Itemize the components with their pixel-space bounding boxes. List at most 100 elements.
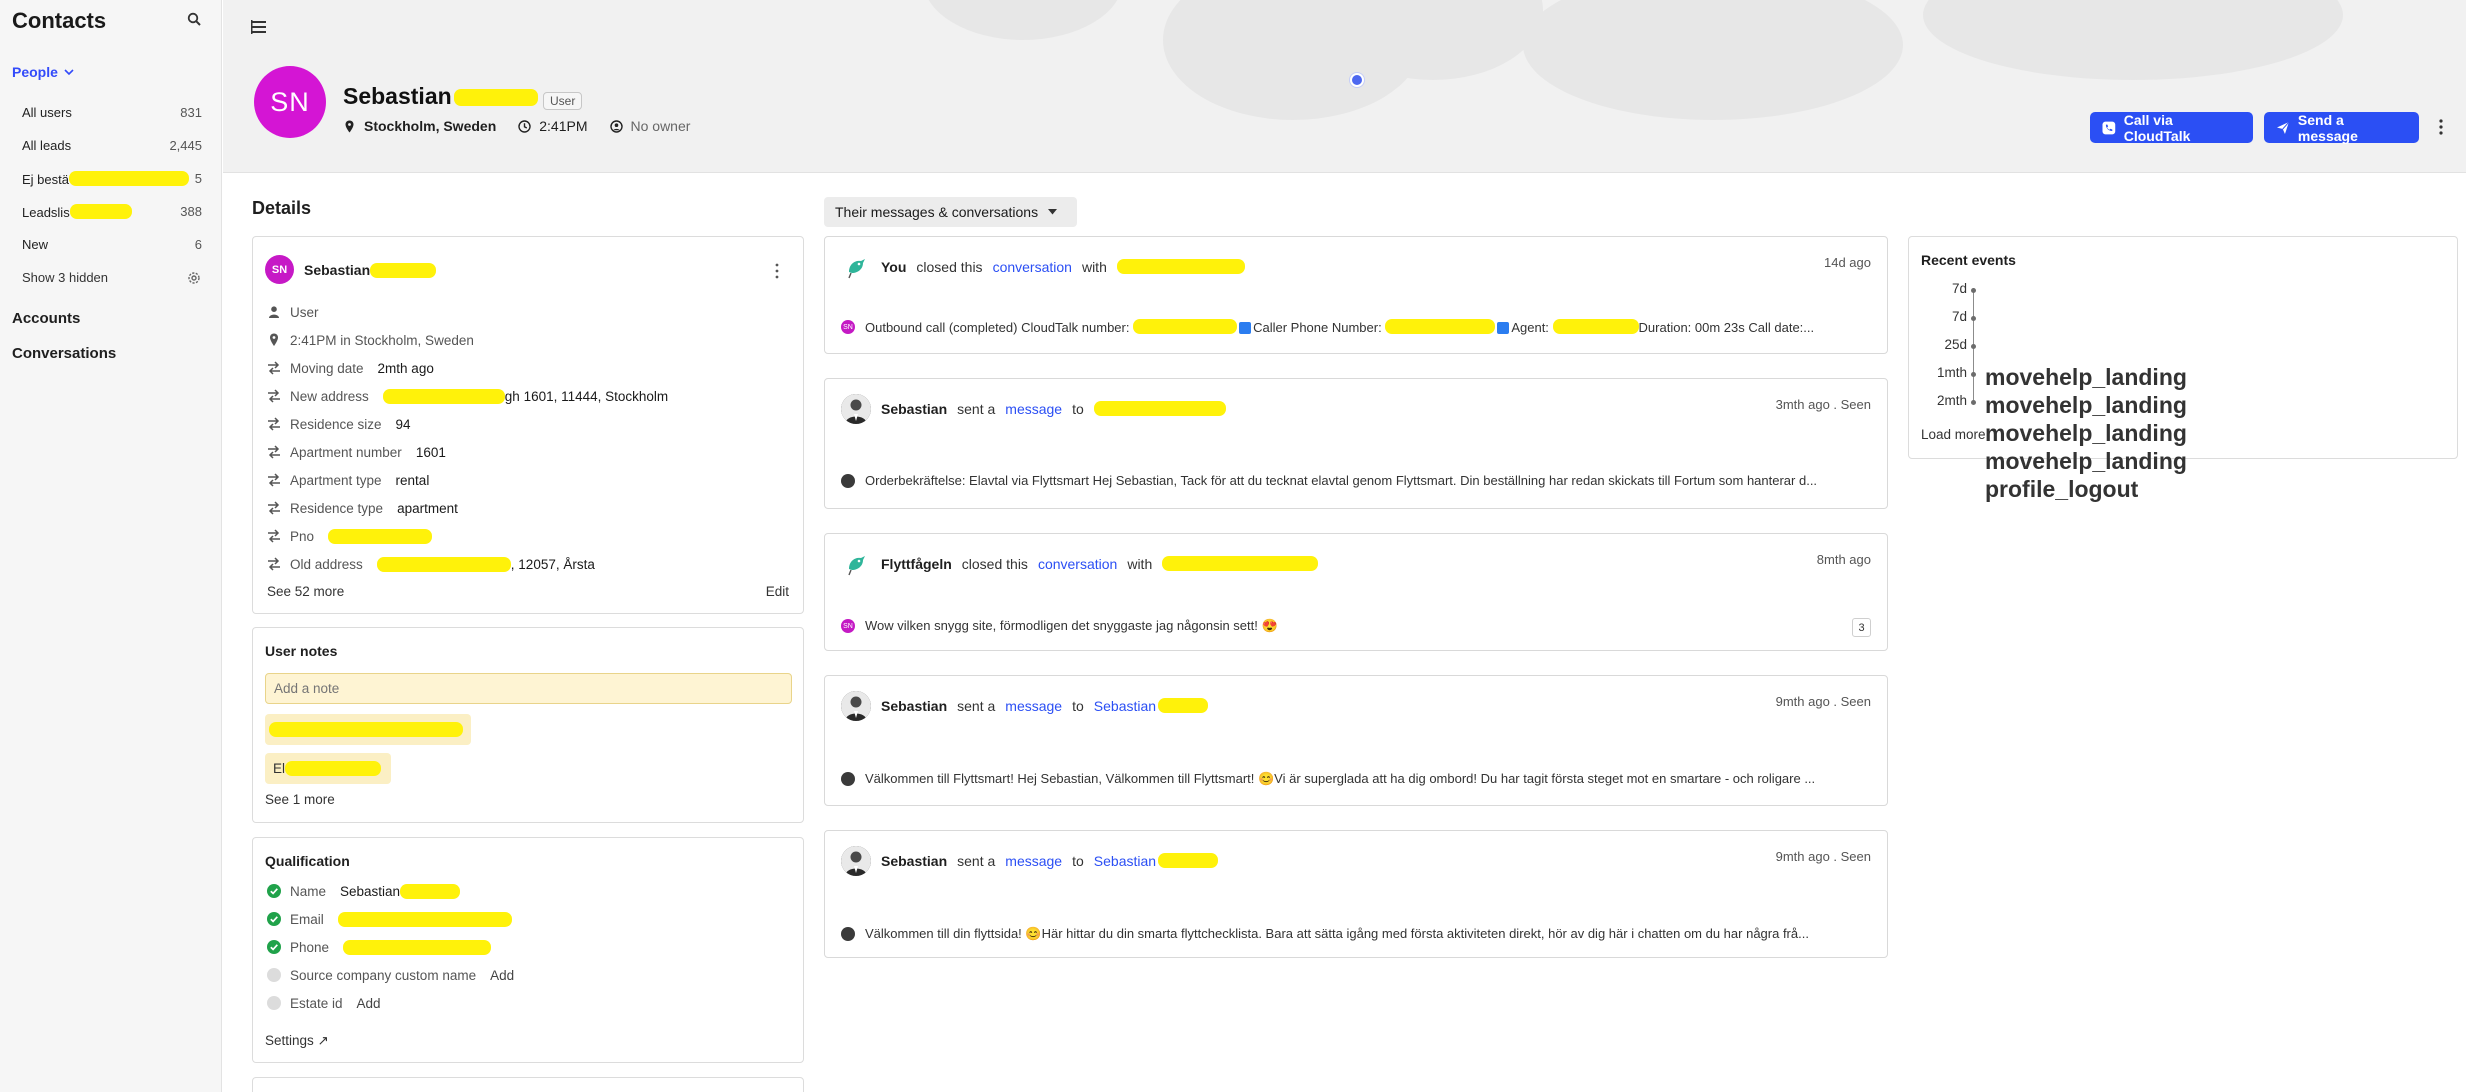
qual-phone-row[interactable]: Phone: [267, 938, 492, 956]
qual-estate-id-row[interactable]: Estate id Add: [267, 994, 381, 1012]
bird-bot-avatar-icon: [842, 550, 870, 578]
message-link[interactable]: message: [1005, 401, 1062, 417]
conversation-time: 8mth ago: [1816, 552, 1871, 567]
sync-arrows-icon: [268, 389, 280, 403]
sidebar-item-count: 388: [180, 204, 202, 219]
call-via-cloudtalk-button[interactable]: Call via CloudTalk: [2090, 111, 2253, 144]
message-link[interactable]: message: [1005, 853, 1062, 869]
contacts-sidebar: Contacts People All users 831 All leads …: [0, 0, 222, 1092]
attr-residence-size[interactable]: Residence size 94: [267, 415, 411, 433]
contact-meta: Stockholm, Sweden 2:41PM No owner: [343, 118, 690, 134]
sync-arrows-icon: [268, 529, 280, 543]
sync-arrows-icon: [268, 445, 280, 459]
conversation-card[interactable]: You closed this conversation with 14d ag…: [824, 236, 1888, 354]
attr-pno[interactable]: Pno: [267, 527, 433, 545]
recipient-link[interactable]: Sebastian: [1094, 698, 1209, 714]
sync-arrows-icon: [268, 557, 280, 571]
event-item[interactable]: 2mth profile_logout: [1909, 393, 2209, 502]
sidebar-item-label: All leads: [22, 138, 72, 153]
load-more-events-link[interactable]: Load more: [1921, 427, 1986, 442]
send-message-button[interactable]: Send a message: [2264, 112, 2419, 144]
event-item[interactable]: 7d movehelp_landing: [1909, 281, 2209, 390]
conversation-card[interactable]: Sebastian sent a message to 3mth ago . S…: [824, 378, 1888, 509]
sidebar-item-all-users[interactable]: All users 831: [0, 96, 222, 129]
attr-moving-date[interactable]: Moving date 2mth ago: [267, 359, 434, 377]
note-item[interactable]: El: [265, 753, 391, 784]
sidebar-accounts[interactable]: Accounts: [12, 310, 80, 327]
edit-attributes-link[interactable]: Edit: [766, 584, 789, 599]
attr-role: User: [267, 303, 319, 321]
contact-location: Stockholm, Sweden: [364, 118, 497, 134]
conversation-preview: SN Outbound call (completed) CloudTalk n…: [841, 319, 1871, 335]
qual-source-company-row[interactable]: Source company custom name Add: [267, 966, 514, 984]
kebab-menu-icon[interactable]: [775, 263, 779, 279]
conversation-preview: Orderbekräftelse: Elavtal via Flyttsmart…: [841, 473, 1871, 488]
people-section-label: People: [12, 64, 58, 80]
sync-arrows-icon: [268, 473, 280, 487]
sender-avatar: [841, 846, 871, 876]
see-more-notes-link[interactable]: See 1 more: [265, 792, 335, 807]
conversation-link[interactable]: conversation: [1038, 556, 1117, 572]
contact-summary-name: Sebastian: [304, 262, 437, 278]
location-marker: [1350, 73, 1364, 87]
people-section-toggle[interactable]: People: [12, 64, 74, 80]
check-circle-icon: [267, 912, 281, 926]
add-value-link[interactable]: Add: [357, 996, 381, 1011]
search-icon[interactable]: [187, 12, 201, 26]
phone-icon: [2102, 121, 2116, 134]
attr-apartment-number[interactable]: Apartment number 1601: [267, 443, 446, 461]
recent-events-card: Recent events 7d movehelp_landing 7d moveh…: [1908, 236, 2458, 502]
sender-avatar: [841, 772, 855, 786]
qual-email-row[interactable]: Email: [267, 910, 512, 928]
participant-link[interactable]: [1162, 556, 1319, 572]
event-item[interactable]: 7d movehelp_landing: [1909, 309, 2209, 418]
event-item[interactable]: 1mth movehelp_landing: [1909, 365, 2209, 474]
sync-arrows-icon: [268, 501, 280, 515]
note-item[interactable]: [265, 714, 471, 745]
sidebar-conversations[interactable]: Conversations: [12, 345, 116, 362]
map-land: [1523, 0, 1903, 120]
call-button-label: Call via CloudTalk: [2123, 111, 2191, 144]
qualification-settings-link[interactable]: Settings ↗: [265, 1033, 329, 1049]
contact-local-time: 2:41PM: [539, 118, 588, 134]
location-pin-icon: [345, 120, 354, 132]
sidebar-item-new[interactable]: New 6: [0, 228, 222, 261]
hamburger-icon[interactable]: [251, 20, 267, 34]
sidebar-item-leadslist[interactable]: Leadslis 388: [0, 195, 222, 228]
conversation-card[interactable]: Sebastian sent a message to Sebastian 9m…: [824, 675, 1888, 806]
sender-avatar: [841, 927, 855, 941]
event-item[interactable]: 25d movehelp_landing: [1909, 337, 2209, 446]
add-value-link[interactable]: Add: [490, 968, 514, 983]
conversation-header: Flyttfågeln closed this conversation wit…: [841, 549, 1319, 579]
phone-icon: [1239, 322, 1252, 334]
recipient-link[interactable]: [1093, 401, 1226, 417]
participant-link[interactable]: [1116, 259, 1245, 275]
conversation-card[interactable]: Flyttfågeln closed this conversation wit…: [824, 533, 1888, 651]
gear-icon[interactable]: [186, 270, 202, 286]
conversation-card[interactable]: Sebastian sent a message to Sebastian 9m…: [824, 830, 1888, 958]
attr-new-address[interactable]: New address gh 1601, 11444, Stockholm: [267, 387, 668, 405]
sidebar-item-all-leads[interactable]: All leads 2,445: [0, 129, 222, 162]
role-badge: User: [543, 92, 583, 110]
avatar: SN: [265, 255, 294, 284]
contact-summary: SN Sebastian: [265, 255, 437, 284]
recipient-link[interactable]: Sebastian: [1094, 853, 1219, 869]
conversation-filter-dropdown[interactable]: Their messages & conversations: [824, 197, 1077, 227]
conversation-time: 9mth ago . Seen: [1775, 849, 1871, 864]
contact-owner[interactable]: No owner: [631, 118, 691, 134]
conversation-link[interactable]: conversation: [993, 259, 1072, 275]
message-link[interactable]: message: [1005, 698, 1062, 714]
sync-arrows-icon: [268, 417, 280, 431]
more-options-icon[interactable]: [2438, 118, 2444, 136]
attr-residence-type[interactable]: Residence type apartment: [267, 499, 458, 517]
attr-apartment-type[interactable]: Apartment type rental: [267, 471, 429, 489]
show-hidden-segments[interactable]: Show 3 hidden: [0, 261, 222, 294]
attr-old-address[interactable]: Old address, 12057, Årsta: [267, 555, 595, 573]
sender-avatar: [841, 394, 871, 424]
sidebar-item-count: 2,445: [169, 138, 202, 153]
qual-name-row[interactable]: Name Sebastian: [267, 882, 461, 900]
see-more-attributes-link[interactable]: See 52 more: [267, 584, 344, 599]
sender-avatar: [841, 473, 855, 488]
add-note-input[interactable]: [265, 673, 792, 704]
sidebar-item-segment[interactable]: Ej bestä 5: [0, 162, 222, 195]
